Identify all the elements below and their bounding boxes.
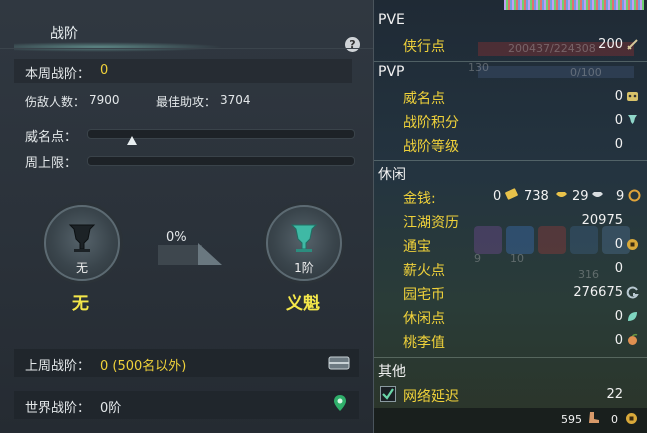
section-divider	[374, 357, 647, 358]
next-rank-level: 1阶	[294, 261, 314, 275]
leisure-stat-label: 休闲点	[403, 311, 445, 327]
bg-skill-icon	[506, 226, 534, 254]
silver-ingot-icon	[592, 192, 603, 197]
copper-coin-icon	[628, 189, 641, 202]
money-label: 金钱:	[403, 191, 436, 207]
leisure-stat-value: 0	[614, 333, 623, 348]
top-color-strip	[504, 0, 644, 10]
pvp-stat-value: 0	[614, 137, 623, 152]
boot-icon	[589, 412, 599, 423]
fame-label: 威名点：	[25, 130, 78, 145]
other-section-title: 其他	[378, 364, 406, 380]
bg-skill-icon	[570, 226, 598, 254]
panel-header: 战阶 ?	[0, 14, 373, 52]
bg-skill-icon	[538, 226, 566, 254]
footer-bar	[374, 408, 647, 433]
footer-value-a: 595	[561, 413, 582, 426]
leisure-stat-value: 0	[614, 309, 623, 324]
pvp-stat-label: 战阶积分	[403, 115, 459, 131]
week-rank-value: 0	[100, 63, 109, 78]
leisure-stat-label: 园宅币	[403, 287, 445, 303]
bg-skill-count: 9	[474, 252, 481, 265]
pve-stat-value: 200	[598, 37, 623, 52]
bg-skill-icon	[474, 226, 502, 254]
money-value-a: 0	[493, 189, 502, 204]
help-icon[interactable]: ?	[345, 37, 360, 52]
pvp-stat-label: 战阶等级	[403, 139, 459, 155]
assist-value: 3704	[220, 93, 251, 107]
tongbao-coin-icon	[627, 239, 638, 250]
chest-icon[interactable]	[328, 356, 350, 370]
rank-panel: 战阶 ? 本周战阶： 0 伤敌人数： 7900 最佳助攻： 3704 威名点： …	[0, 0, 374, 433]
world-rank-value: 0阶	[100, 401, 122, 416]
rank-points-icon	[628, 115, 637, 124]
week-rank-label: 本周战阶：	[25, 67, 91, 82]
peach-icon	[628, 333, 638, 345]
currency-tooltip: 200437/224308 130 0/100 9 10 316 PVE 侠行点…	[374, 0, 647, 433]
leisure-leaf-icon	[628, 312, 637, 321]
bg-level-text: 130	[468, 61, 489, 74]
pvp-stat-label: 威名点	[403, 91, 445, 107]
coin-icon	[626, 413, 637, 424]
latency-label: 网络延迟	[403, 389, 459, 405]
leisure-stat-value: 0	[614, 261, 623, 276]
leisure-stat-value: 20975	[581, 213, 623, 228]
kills-value: 7900	[89, 93, 120, 107]
rank-trophy-icon	[68, 224, 96, 252]
footer-value-b: 0	[611, 413, 618, 426]
money-value-d: 9	[616, 189, 625, 204]
section-divider	[374, 61, 647, 62]
weekly-cap-track	[87, 156, 355, 166]
next-rank-name: 义魁	[286, 294, 320, 314]
gold-bar-icon	[505, 188, 518, 200]
header-glow	[14, 42, 224, 52]
current-rank-level: 无	[75, 261, 88, 275]
leisure-stat-value: 276675	[573, 285, 623, 300]
current-rank-badge: 无	[44, 205, 120, 281]
location-pin-icon[interactable]	[333, 394, 347, 412]
leisure-stat-label: 江湖资历	[403, 215, 459, 231]
bg-pvp-bar	[478, 66, 634, 78]
leisure-stat-value: 0	[614, 237, 623, 252]
money-value-c: 29	[572, 189, 589, 204]
fame-mask-icon	[627, 92, 638, 101]
gold-ingot-icon	[556, 192, 567, 197]
home-coin-icon	[626, 286, 639, 299]
leisure-stat-label: 通宝	[403, 239, 431, 255]
latency-value: 22	[606, 387, 623, 402]
panel-title: 战阶	[50, 26, 78, 42]
leisure-stat-label: 薪火点	[403, 263, 445, 279]
assist-label: 最佳助攻：	[156, 95, 217, 109]
next-rank-badge: 1阶	[266, 205, 342, 281]
leisure-section-title: 休闲	[378, 167, 406, 183]
pvp-stat-value: 0	[614, 89, 623, 104]
kills-label: 伤敌人数：	[25, 95, 86, 109]
bg-skill-count: 10	[510, 252, 524, 265]
current-rank-name: 无	[72, 294, 89, 314]
section-divider	[374, 160, 647, 161]
pve-stat-label: 侠行点	[403, 39, 445, 55]
bg-exp-text: 200437/224308	[508, 42, 596, 55]
sword-icon	[627, 39, 638, 50]
rank-trophy-icon	[290, 224, 318, 252]
last-week-value: 0 (500名以外)	[100, 359, 187, 374]
pve-section-title: PVE	[378, 12, 405, 28]
pvp-section-title: PVP	[378, 64, 405, 80]
money-value-b: 738	[524, 189, 549, 204]
weekly-cap-label: 周上限：	[25, 156, 78, 171]
latency-checkbox[interactable]	[380, 386, 396, 402]
progress-arrow-icon	[158, 243, 222, 265]
bg-pvp-text: 0/100	[570, 66, 602, 79]
pvp-stat-value: 0	[614, 113, 623, 128]
world-rank-label: 世界战阶：	[25, 401, 91, 416]
last-week-label: 上周战阶：	[25, 359, 91, 374]
bg-skill-count: 316	[578, 268, 599, 281]
leisure-stat-label: 桃李值	[403, 335, 445, 351]
header-divider	[0, 48, 373, 49]
fame-slider-marker	[127, 136, 137, 145]
